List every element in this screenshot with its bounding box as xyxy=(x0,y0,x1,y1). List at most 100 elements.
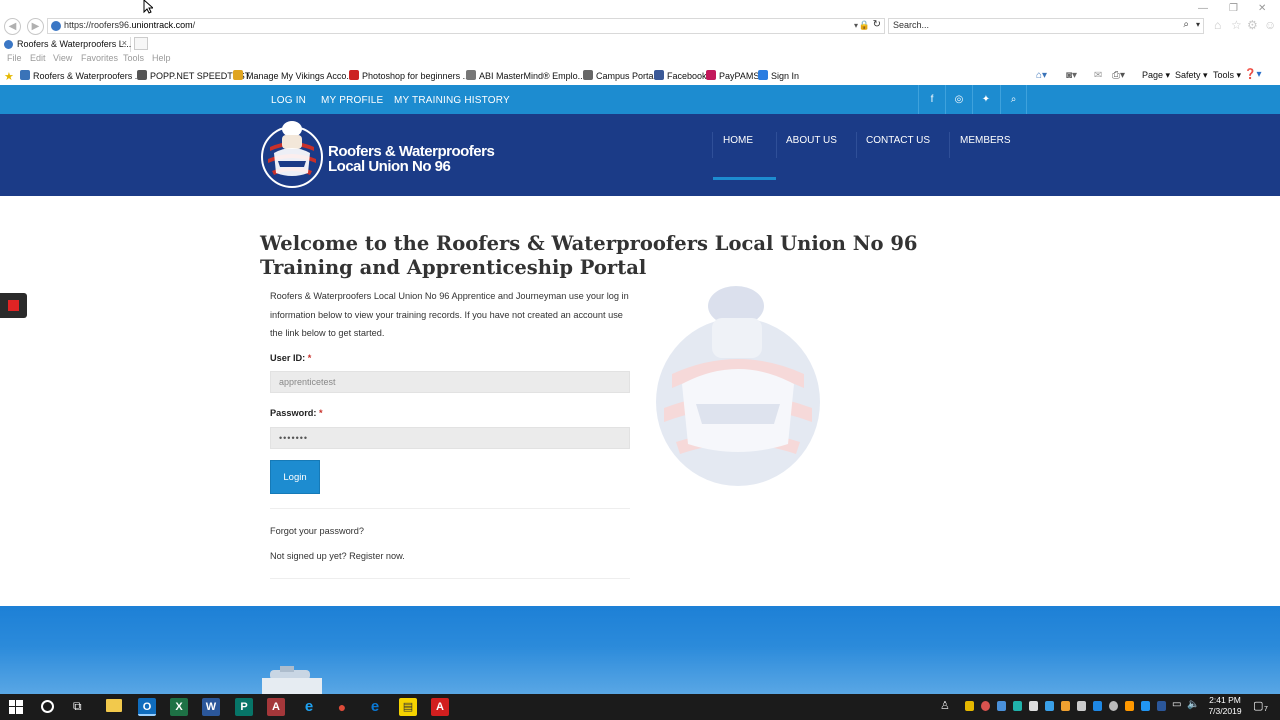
print-icon[interactable]: ⎙▾ xyxy=(1112,70,1125,81)
site-logo-text[interactable]: Roofers & Waterproofers Local Union No 9… xyxy=(328,144,495,174)
word-icon[interactable]: W xyxy=(202,698,220,716)
close-window-icon[interactable]: ✕ xyxy=(1258,3,1266,14)
search-icon[interactable]: ⌕ xyxy=(1183,19,1189,30)
tools-menu[interactable]: Tools ▾ xyxy=(1213,70,1241,81)
cortana-icon[interactable] xyxy=(41,700,54,713)
nav-members[interactable]: MEMBERS xyxy=(960,135,1011,146)
my-training-history-link[interactable]: MY TRAINING HISTORY xyxy=(394,95,510,106)
acrobat-icon[interactable]: A xyxy=(431,698,449,716)
favorite-link[interactable]: PayPAMS xyxy=(706,70,759,81)
register-link[interactable]: Not signed up yet? Register now. xyxy=(270,551,405,561)
tray-app-icon[interactable] xyxy=(1077,701,1086,711)
restore-icon[interactable]: ❐ xyxy=(1229,3,1238,14)
system-clock[interactable]: 2:41 PM 7/3/2019 xyxy=(1200,695,1250,717)
windows-start-icon[interactable] xyxy=(9,700,23,714)
file-explorer-icon[interactable] xyxy=(106,699,122,712)
page-title: Welcome to the Roofers & Waterproofers L… xyxy=(260,232,918,279)
internet-explorer-icon[interactable]: e xyxy=(300,698,318,716)
minimize-icon[interactable]: — xyxy=(1198,3,1208,14)
menu-view[interactable]: View xyxy=(53,53,72,63)
tray-app-icon[interactable] xyxy=(1109,701,1118,711)
favorites-star-icon[interactable]: ☆ xyxy=(1231,18,1242,32)
facebook-icon[interactable]: f xyxy=(918,85,945,114)
notification-center-icon[interactable]: ▢ xyxy=(1253,699,1263,712)
excel-icon[interactable]: X xyxy=(170,698,188,716)
tab-close-icon[interactable]: × xyxy=(122,38,127,48)
divider xyxy=(270,578,630,579)
back-button[interactable]: ◀ xyxy=(4,18,21,35)
tray-app-icon[interactable] xyxy=(981,701,990,711)
volume-icon[interactable]: 🔈 xyxy=(1187,699,1199,710)
browser-search-input[interactable]: Search... ⌕ ▾ xyxy=(888,18,1204,34)
stop-record-icon[interactable] xyxy=(8,300,19,311)
site-favicon-icon xyxy=(51,21,61,31)
search-icon[interactable]: ⌕ xyxy=(1000,85,1027,114)
publisher-icon[interactable]: P xyxy=(235,698,253,716)
tray-app-icon[interactable] xyxy=(1093,701,1102,711)
favorite-link[interactable]: Manage My Vikings Acco... xyxy=(233,70,354,81)
instagram-icon[interactable]: ◎ xyxy=(945,85,972,114)
smiley-feedback-icon[interactable]: ☺ xyxy=(1264,18,1276,32)
hero-image-band xyxy=(0,606,1280,694)
favorite-link[interactable]: Sign In xyxy=(758,70,799,81)
dropdown-icon[interactable]: ▾ xyxy=(854,21,858,30)
menu-help[interactable]: Help xyxy=(152,53,171,63)
forgot-password-link[interactable]: Forgot your password? xyxy=(270,526,364,536)
tray-app-icon[interactable] xyxy=(1045,701,1054,711)
userid-field[interactable]: apprenticetest xyxy=(270,371,630,393)
home-page-icon[interactable]: ⌂▾ xyxy=(1036,70,1047,81)
favorites-bar: ★ Roofers & Waterproofers ... POPP.NET S… xyxy=(0,68,1280,84)
menu-tools[interactable]: Tools xyxy=(123,53,144,63)
my-profile-link[interactable]: MY PROFILE xyxy=(321,95,383,106)
twitter-icon[interactable]: ✦ xyxy=(972,85,999,114)
tab-title: Roofers & Waterproofers L... xyxy=(17,39,132,49)
favorite-link[interactable]: Roofers & Waterproofers ... xyxy=(20,70,142,81)
nav-about-us[interactable]: ABOUT US xyxy=(786,135,837,146)
login-link[interactable]: LOG IN xyxy=(271,95,306,106)
tray-app-icon[interactable] xyxy=(1125,701,1134,711)
address-bar[interactable]: https://roofers96.uniontrack.com/ ▾ 🔒 ↻ xyxy=(47,18,885,34)
task-view-icon[interactable]: ⧉ xyxy=(73,699,82,714)
edge-icon[interactable]: e xyxy=(366,698,384,716)
mail-icon[interactable]: ✉ xyxy=(1094,70,1102,81)
new-tab-button[interactable] xyxy=(134,37,148,50)
settings-gear-icon[interactable]: ⚙ xyxy=(1247,18,1258,32)
favorite-link[interactable]: Facebook xyxy=(654,70,707,81)
safety-menu[interactable]: Safety ▾ xyxy=(1175,70,1208,81)
network-icon[interactable]: ▭ xyxy=(1172,699,1181,710)
active-nav-indicator xyxy=(713,177,776,180)
sticky-notes-icon[interactable]: ▤ xyxy=(399,698,417,716)
search-dropdown-icon[interactable]: ▾ xyxy=(1196,20,1200,29)
menu-favorites[interactable]: Favorites xyxy=(81,53,118,63)
password-field[interactable]: ••••••• xyxy=(270,427,630,449)
onedrive-icon[interactable] xyxy=(1029,701,1038,711)
outlook-icon[interactable]: O xyxy=(138,698,156,716)
tray-app-icon[interactable] xyxy=(997,701,1006,711)
login-button[interactable]: Login xyxy=(270,460,320,494)
forward-button[interactable]: ▶ xyxy=(27,18,44,35)
tray-app-icon[interactable] xyxy=(1061,701,1070,711)
favorite-link[interactable]: ABI MasterMind® Emplo... xyxy=(466,70,585,81)
chrome-icon[interactable]: ● xyxy=(333,698,351,716)
refresh-icon[interactable]: ↻ xyxy=(873,19,881,30)
feeds-icon[interactable]: ◙▾ xyxy=(1066,70,1077,81)
access-icon[interactable]: A xyxy=(267,698,285,716)
nav-home[interactable]: HOME xyxy=(723,135,753,146)
tray-app-icon[interactable] xyxy=(1157,701,1166,711)
home-icon[interactable]: ⌂ xyxy=(1214,18,1221,32)
favorites-star-icon[interactable]: ★ xyxy=(4,70,14,83)
people-icon[interactable]: ♙ xyxy=(940,699,950,712)
union-logo-icon[interactable] xyxy=(260,117,324,191)
bluetooth-icon[interactable] xyxy=(1141,701,1150,711)
tray-app-icon[interactable] xyxy=(1013,701,1022,711)
tray-app-icon[interactable] xyxy=(965,701,974,711)
recording-widget[interactable] xyxy=(0,293,27,318)
menu-edit[interactable]: Edit xyxy=(30,53,46,63)
page-menu[interactable]: Page ▾ xyxy=(1142,70,1170,81)
browser-tab-active[interactable]: Roofers & Waterproofers L... × xyxy=(0,37,131,52)
help-icon[interactable]: ❓▾ xyxy=(1244,69,1261,80)
menu-file[interactable]: File xyxy=(7,53,22,63)
favorite-link[interactable]: Photoshop for beginners ... xyxy=(349,70,470,81)
favorite-link[interactable]: Campus Portal xyxy=(583,70,656,81)
nav-contact-us[interactable]: CONTACT US xyxy=(866,135,930,146)
